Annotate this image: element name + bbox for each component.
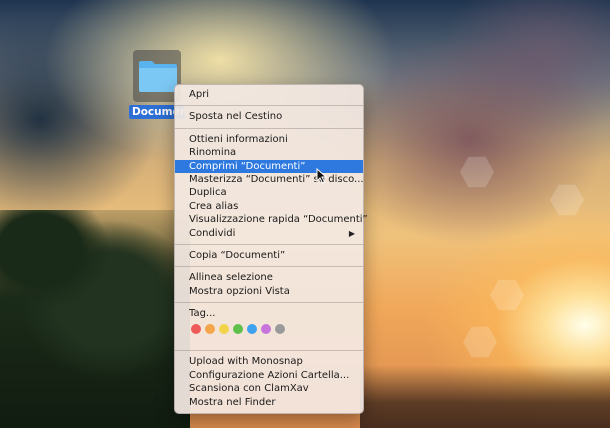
menu-item-folder-actions-setup[interactable]: Configurazione Azioni Cartella... [175, 369, 363, 382]
menu-item-burn-to-disc[interactable]: Masterizza “Documenti” su disco... [175, 173, 364, 186]
menu-item-scan-clamxav[interactable]: Scansiona con ClamXav [175, 382, 363, 395]
menu-item-open[interactable]: Apri [175, 88, 363, 101]
menu-item-compress[interactable]: Comprimi “Documenti” [175, 159, 363, 173]
hill-background [360, 365, 610, 428]
folder-icon [139, 61, 177, 92]
menu-separator [175, 243, 363, 245]
menu-item-rename[interactable]: Rinomina [175, 146, 363, 159]
mouse-cursor-icon [316, 168, 328, 184]
menu-item-upload-monosnap[interactable]: Upload with Monosnap [175, 355, 363, 368]
menu-item-copy[interactable]: Copia “Documenti” [175, 249, 363, 262]
lens-flare [490, 279, 524, 311]
menu-separator [175, 127, 363, 129]
lens-flare [463, 326, 497, 358]
tag-color-row [175, 320, 363, 338]
menu-item-duplicate[interactable]: Duplica [175, 186, 363, 199]
menu-separator [175, 302, 363, 304]
menu-item-tags[interactable]: Tag... [175, 307, 363, 320]
menu-item-share-label: Condividi [189, 227, 236, 239]
submenu-arrow-icon: ▶ [348, 228, 355, 238]
menu-item-get-info[interactable]: Ottieni informazioni [175, 133, 363, 146]
tag-dot-blue[interactable] [247, 324, 257, 335]
tag-dot-orange[interactable] [205, 324, 215, 335]
forest-background [0, 210, 190, 428]
menu-item-clean-up-selection[interactable]: Allinea selezione [175, 271, 363, 284]
menu-separator [175, 350, 363, 352]
menu-separator [175, 266, 363, 268]
menu-item-show-view-options[interactable]: Mostra opzioni Vista [175, 285, 363, 298]
tag-dot-green[interactable] [233, 324, 243, 335]
tag-dot-red[interactable] [191, 324, 201, 335]
context-menu: Apri Sposta nel Cestino Ottieni informaz… [174, 84, 368, 414]
tag-dot-gray[interactable] [275, 324, 285, 335]
menu-item-make-alias[interactable]: Crea alias [175, 200, 363, 213]
menu-item-share[interactable]: Condividi ▶ [175, 227, 363, 240]
tag-dot-yellow[interactable] [219, 324, 229, 335]
tag-dot-purple[interactable] [261, 324, 271, 335]
menu-item-move-to-trash[interactable]: Sposta nel Cestino [175, 110, 363, 123]
menu-item-reveal-in-finder[interactable]: Mostra nel Finder [175, 396, 363, 409]
menu-item-quick-look[interactable]: Visualizzazione rapida “Documenti” [175, 213, 368, 226]
menu-separator [175, 105, 363, 107]
lens-flare [550, 184, 584, 216]
lens-flare [460, 156, 494, 188]
